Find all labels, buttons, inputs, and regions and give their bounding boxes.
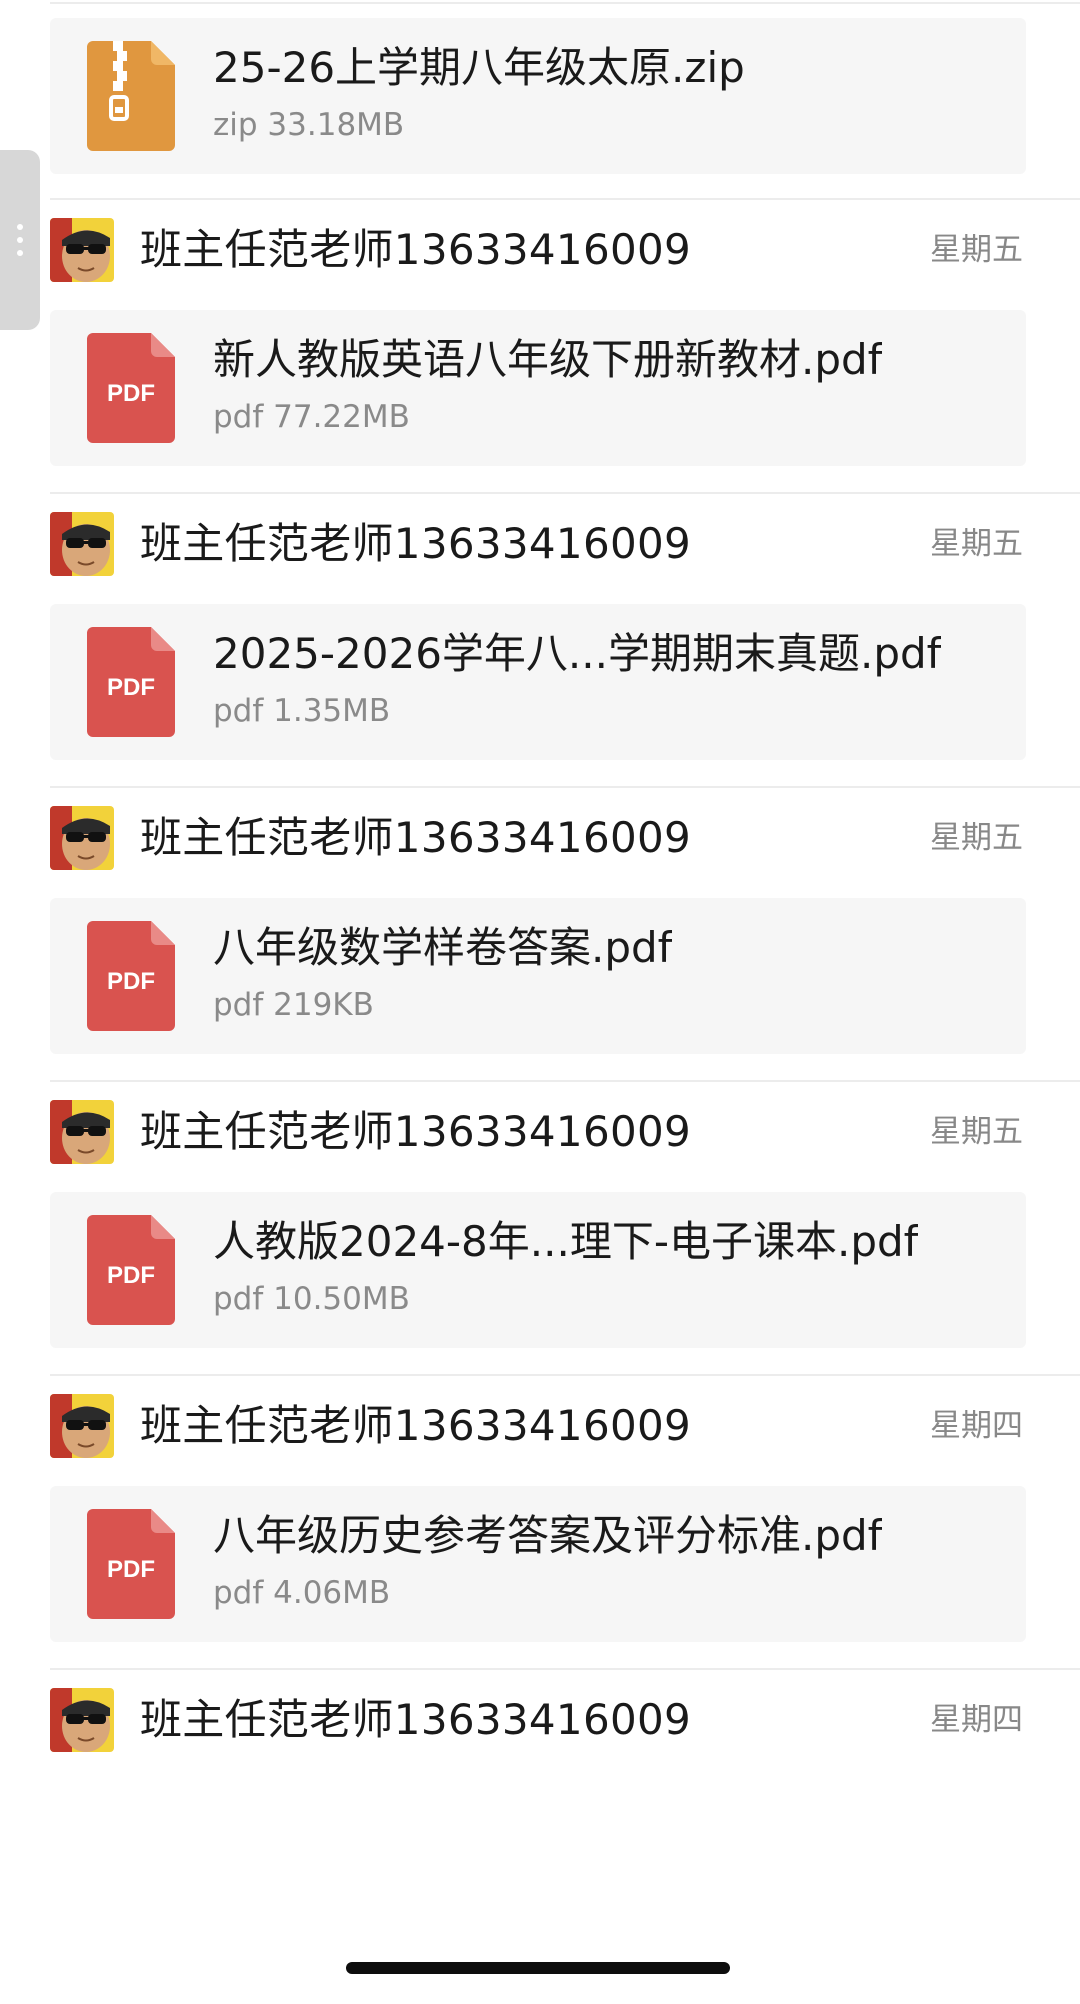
sender-name: 班主任范老师13633416009: [140, 519, 692, 568]
message-day: 星期四: [930, 1702, 1023, 1738]
file-name: 2025-2026学年八...学期期末真题.pdf: [213, 629, 942, 678]
message-day: 星期五: [930, 820, 1023, 856]
file-meta: zip 33.18MB: [213, 107, 405, 143]
message-entry: 班主任范老师13633416009 星期四 PDF 八年级历史参考答案及评分标准…: [0, 1378, 1080, 1670]
file-meta: pdf 1.35MB: [213, 693, 391, 729]
sender-row: 班主任范老师13633416009 星期五: [0, 790, 1080, 874]
pdf-icon-label: PDF: [107, 674, 155, 701]
avatar-sunglasses-icon[interactable]: [50, 1394, 114, 1458]
pdf-icon-label: PDF: [107, 968, 155, 995]
pdf-file-icon: PDF: [87, 627, 175, 737]
message-entry: 班主任范老师13633416009 星期五 PDF 人教版2024-8年...理…: [0, 1084, 1080, 1376]
file-meta: pdf 219KB: [213, 987, 374, 1023]
entry-divider: [50, 198, 1080, 200]
message-entry: 班主任范老师13633416009 星期五 PDF 新人教版英语八年级下册新教材…: [0, 202, 1080, 494]
file-name: 25-26上学期八年级太原.zip: [213, 43, 745, 92]
file-meta: pdf 77.22MB: [213, 399, 410, 435]
sender-name: 班主任范老师13633416009: [140, 1401, 692, 1450]
avatar-sunglasses-icon[interactable]: [50, 1100, 114, 1164]
file-name: 八年级数学样卷答案.pdf: [213, 923, 673, 972]
handle-dot: [17, 250, 23, 256]
avatar-sunglasses-icon[interactable]: [50, 218, 114, 282]
file-card-pdf[interactable]: PDF 人教版2024-8年...理下-电子课本.pdf pdf 10.50MB: [50, 1192, 1026, 1348]
sender-row: 班主任范老师13633416009 星期五: [0, 496, 1080, 580]
avatar-sunglasses-icon[interactable]: [50, 806, 114, 870]
avatar-sunglasses-icon[interactable]: [50, 512, 114, 576]
file-card-pdf[interactable]: PDF 八年级数学样卷答案.pdf pdf 219KB: [50, 898, 1026, 1054]
zip-archive-icon: [87, 41, 175, 151]
home-indicator[interactable]: [346, 1962, 730, 1974]
file-card-pdf[interactable]: PDF 新人教版英语八年级下册新教材.pdf pdf 77.22MB: [50, 310, 1026, 466]
message-day: 星期四: [930, 1408, 1023, 1444]
entry-divider: [50, 786, 1080, 788]
sender-row: 班主任范老师13633416009 星期五: [0, 202, 1080, 286]
side-drawer-handle[interactable]: [0, 150, 40, 330]
sender-name: 班主任范老师13633416009: [140, 1695, 692, 1744]
file-meta: pdf 10.50MB: [213, 1281, 410, 1317]
message-feed: 班主任范老师13633416009 星期五 PDF 新人教版英语八年级下册新教材…: [0, 202, 1080, 1756]
sender-row: 班主任范老师13633416009 星期四: [0, 1672, 1080, 1756]
sender-name: 班主任范老师13633416009: [140, 225, 692, 274]
pdf-file-icon: PDF: [87, 1509, 175, 1619]
message-entry: 班主任范老师13633416009 星期四: [0, 1672, 1080, 1756]
pdf-icon-label: PDF: [107, 1262, 155, 1289]
file-meta: pdf 4.06MB: [213, 1575, 391, 1611]
pdf-file-icon: PDF: [87, 333, 175, 443]
message-day: 星期五: [930, 1114, 1023, 1150]
file-card-pdf[interactable]: PDF 2025-2026学年八...学期期末真题.pdf pdf 1.35MB: [50, 604, 1026, 760]
file-name: 人教版2024-8年...理下-电子课本.pdf: [213, 1217, 919, 1266]
sender-row: 班主任范老师13633416009 星期四: [0, 1378, 1080, 1462]
handle-dot: [17, 237, 23, 243]
top-divider: [50, 2, 1080, 4]
avatar-sunglasses-icon[interactable]: [50, 1688, 114, 1752]
entry-divider: [50, 492, 1080, 494]
file-name: 八年级历史参考答案及评分标准.pdf: [213, 1511, 883, 1560]
file-card-zip[interactable]: 25-26上学期八年级太原.zip zip 33.18MB: [50, 18, 1026, 174]
sender-name: 班主任范老师13633416009: [140, 1107, 692, 1156]
message-day: 星期五: [930, 232, 1023, 268]
message-day: 星期五: [930, 526, 1023, 562]
sender-name: 班主任范老师13633416009: [140, 813, 692, 862]
file-name: 新人教版英语八年级下册新教材.pdf: [213, 335, 883, 384]
message-entry: 班主任范老师13633416009 星期五 PDF 八年级数学样卷答案.pdf …: [0, 790, 1080, 1082]
entry-divider: [50, 1374, 1080, 1376]
pdf-file-icon: PDF: [87, 921, 175, 1031]
file-card-pdf[interactable]: PDF 八年级历史参考答案及评分标准.pdf pdf 4.06MB: [50, 1486, 1026, 1642]
pdf-icon-label: PDF: [107, 1556, 155, 1583]
sender-row: 班主任范老师13633416009 星期五: [0, 1084, 1080, 1168]
pdf-icon-label: PDF: [107, 380, 155, 407]
message-entry: 班主任范老师13633416009 星期五 PDF 2025-2026学年八..…: [0, 496, 1080, 788]
entry-divider: [50, 1668, 1080, 1670]
entry-divider: [50, 1080, 1080, 1082]
pdf-file-icon: PDF: [87, 1215, 175, 1325]
handle-dot: [17, 224, 23, 230]
